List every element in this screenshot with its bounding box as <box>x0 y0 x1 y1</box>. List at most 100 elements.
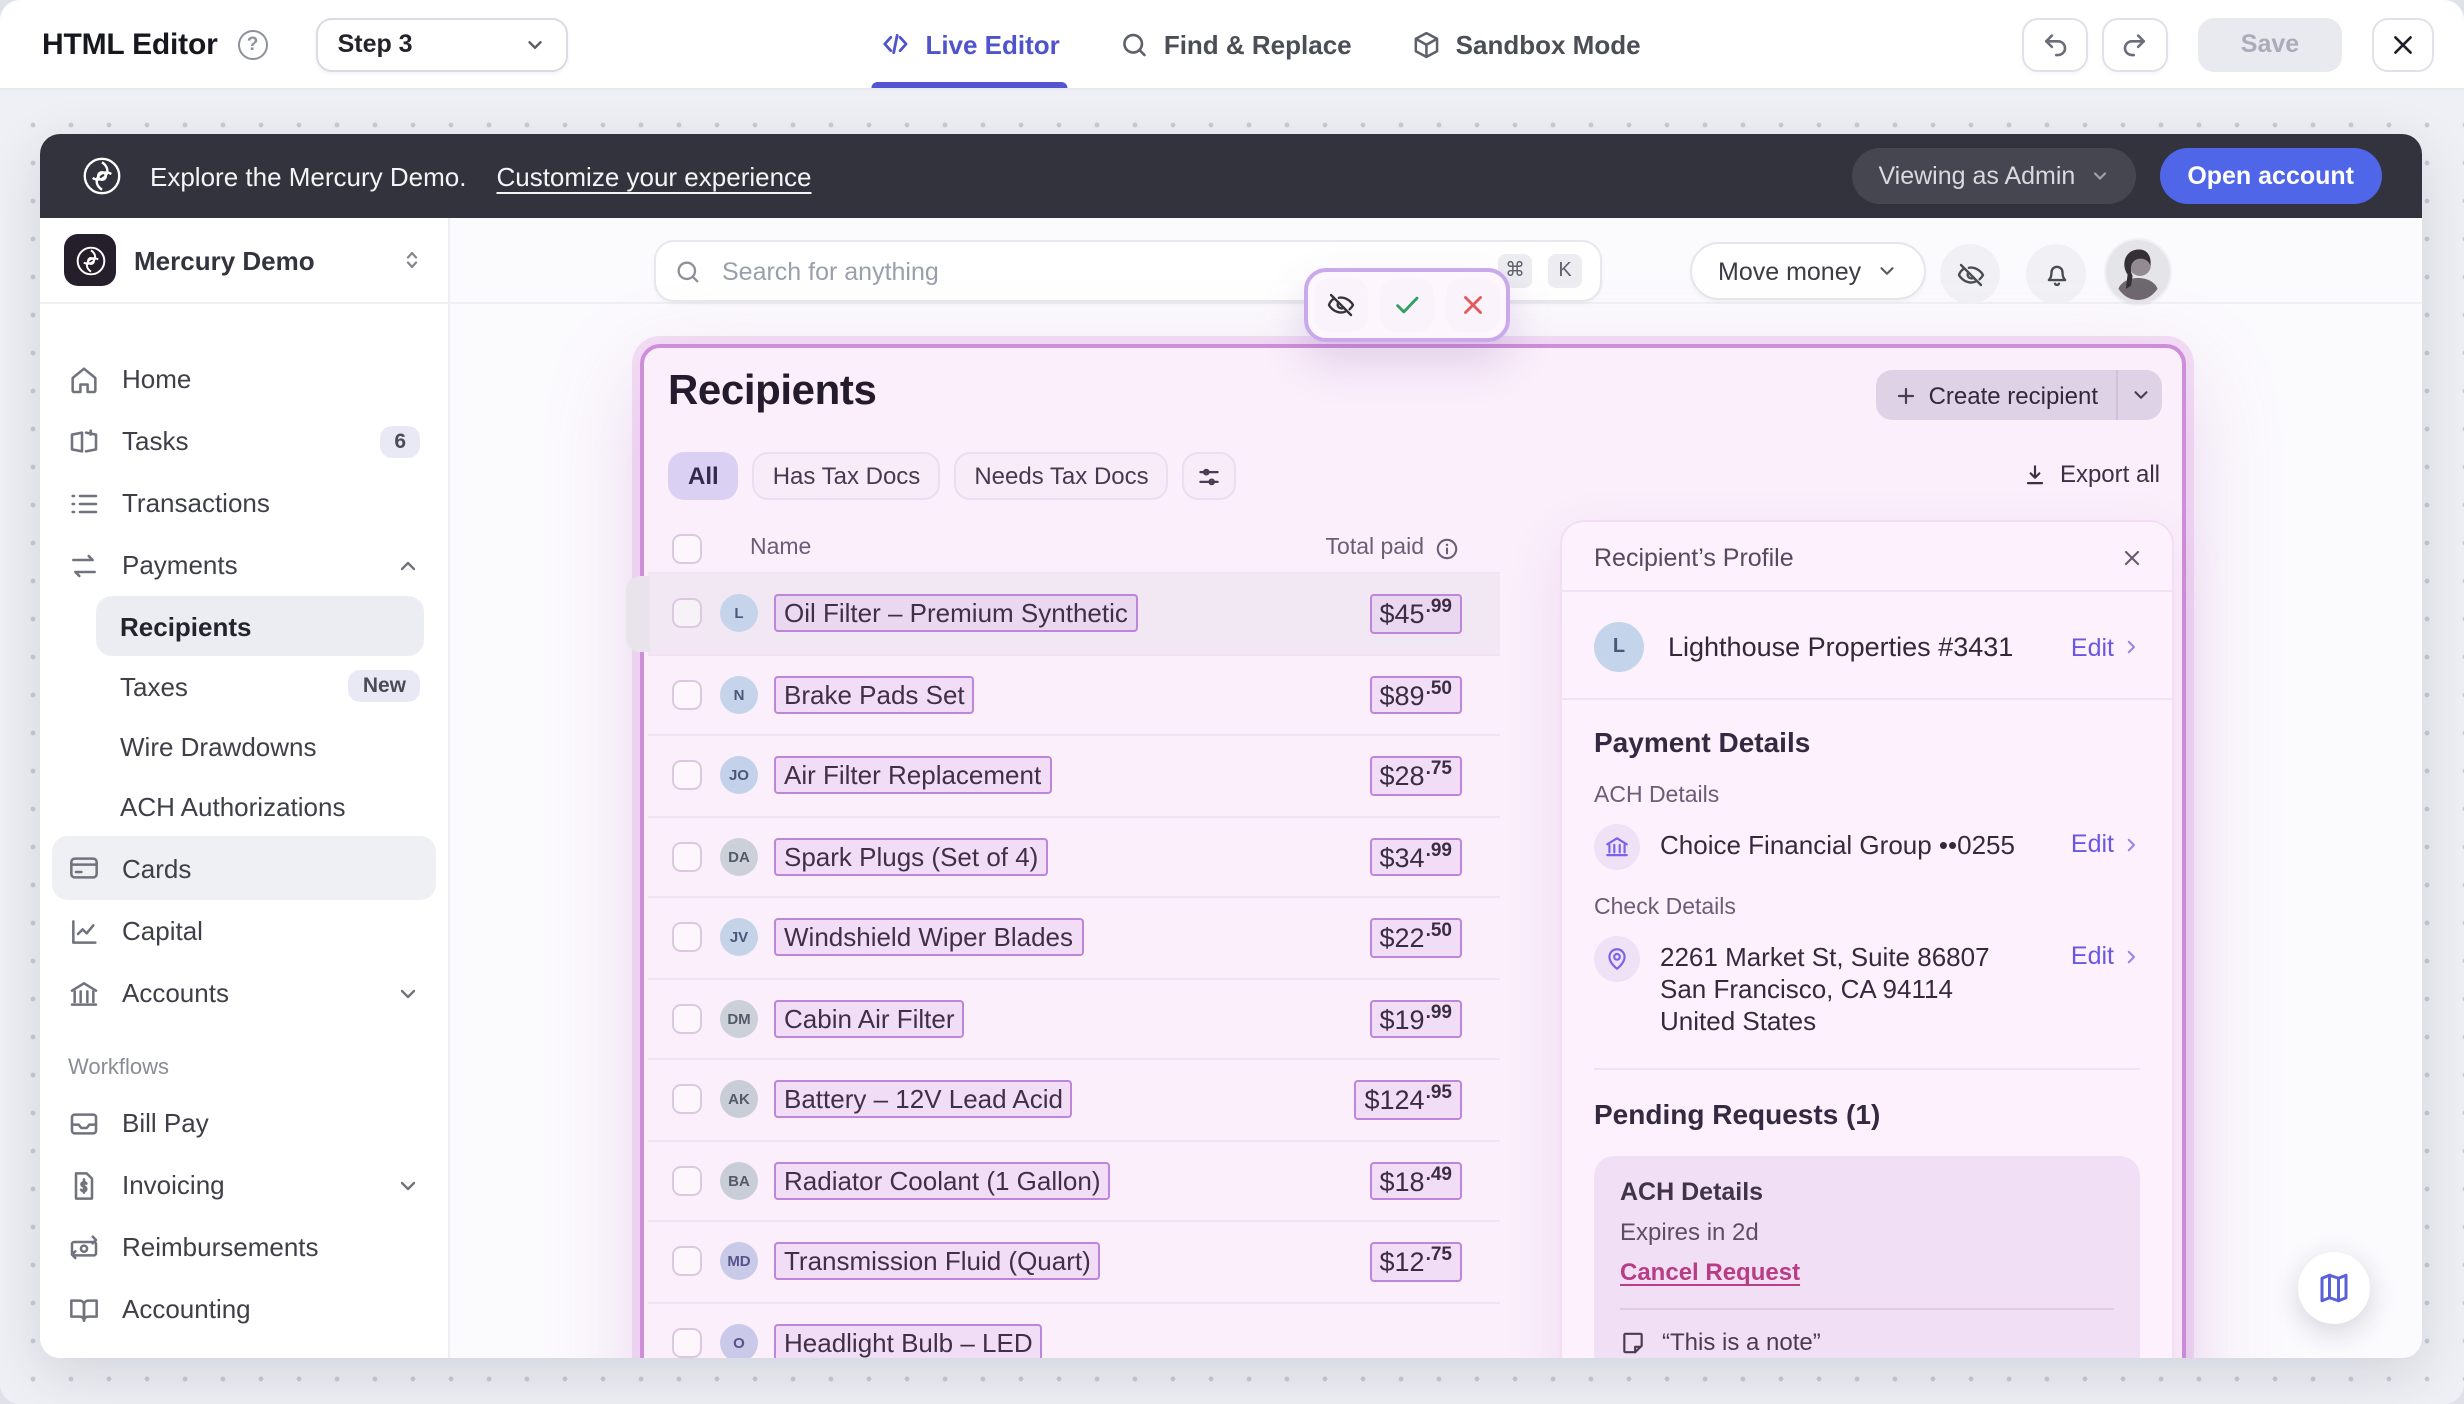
column-total-paid: Total paid <box>1326 536 1424 560</box>
notifications-button[interactable] <box>2026 244 2086 304</box>
tab-sandbox-mode[interactable]: Sandbox Mode <box>1412 0 1641 88</box>
avatar-image <box>2106 240 2170 304</box>
sidebar-item-bill-pay[interactable]: Bill Pay <box>40 1092 448 1154</box>
sidebar-item-home[interactable]: Home <box>40 348 448 410</box>
sidebar-item-label: Taxes <box>120 671 349 701</box>
search-icon <box>1120 29 1150 59</box>
row-checkbox[interactable] <box>672 599 702 629</box>
row-checkbox[interactable] <box>672 1085 702 1115</box>
row-checkbox[interactable] <box>672 842 702 872</box>
recipient-avatar: O <box>720 1324 758 1359</box>
recipient-name[interactable]: Cabin Air Filter <box>774 1000 965 1038</box>
sidebar-item-transactions[interactable]: Transactions <box>40 472 448 534</box>
user-avatar[interactable] <box>2106 240 2170 304</box>
recipient-name[interactable]: Transmission Fluid (Quart) <box>774 1243 1101 1281</box>
close-profile-button[interactable] <box>2120 546 2144 570</box>
sidebar-item-ach-authorizations[interactable]: ACH Authorizations <box>40 776 448 836</box>
cancel-request-link[interactable]: Cancel Request <box>1620 1258 2114 1286</box>
sidebar-item-label: Reimbursements <box>122 1232 420 1262</box>
sidebar-item-label: Invoicing <box>122 1170 374 1200</box>
table-row[interactable]: N Brake Pads Set $89.50 <box>648 653 1500 734</box>
sidebar-item-wire-drawdowns[interactable]: Wire Drawdowns <box>40 716 448 776</box>
tab-find-replace[interactable]: Find & Replace <box>1120 0 1352 88</box>
filter-has-tax-docs[interactable]: Has Tax Docs <box>753 452 941 500</box>
redo-button[interactable] <box>2102 17 2168 71</box>
privacy-toggle-button[interactable] <box>1940 244 2000 304</box>
editor-canvas: Explore the Mercury Demo. Customize your… <box>0 88 2464 1404</box>
table-row[interactable]: JV Windshield Wiper Blades $22.50 <box>648 896 1500 977</box>
table-row[interactable]: AK Battery – 12V Lead Acid $124.95 <box>648 1058 1500 1139</box>
select-all-checkbox[interactable] <box>672 533 702 563</box>
sidebar-item-label: Cards <box>122 853 420 883</box>
move-money-label: Move money <box>1718 257 1861 285</box>
sidebar-item-accounts[interactable]: Accounts <box>40 962 448 1024</box>
recipient-name[interactable]: Spark Plugs (Set of 4) <box>774 838 1048 876</box>
row-selection-notch <box>626 576 650 652</box>
recipient-name[interactable]: Windshield Wiper Blades <box>774 919 1083 957</box>
filter-options-button[interactable] <box>1183 452 1237 500</box>
recipient-name[interactable]: Air Filter Replacement <box>774 757 1051 795</box>
recipient-name[interactable]: Brake Pads Set <box>774 676 975 714</box>
reject-change-button[interactable] <box>1446 278 1500 332</box>
recipient-full-name: Lighthouse Properties #3431 <box>1668 632 2047 662</box>
row-checkbox[interactable] <box>672 1328 702 1358</box>
create-recipient-button[interactable]: Create recipient <box>1877 370 2162 420</box>
recipient-name[interactable]: Battery – 12V Lead Acid <box>774 1081 1073 1119</box>
customize-experience-link[interactable]: Customize your experience <box>496 161 811 191</box>
check-details-label: Check Details <box>1594 896 2140 920</box>
book-open-icon <box>68 1293 100 1325</box>
row-checkbox[interactable] <box>672 761 702 791</box>
recipient-name[interactable]: Radiator Coolant (1 Gallon) <box>774 1162 1111 1200</box>
hide-element-button[interactable] <box>1314 278 1368 332</box>
sidebar-item-recipients[interactable]: Recipients <box>96 596 424 656</box>
sidebar-item-cards[interactable]: Cards <box>52 836 436 900</box>
sidebar-item-capital[interactable]: Capital <box>40 900 448 962</box>
edit-ach-button[interactable]: Edit <box>2071 824 2140 858</box>
save-button[interactable]: Save <box>2198 17 2342 71</box>
org-name: Mercury Demo <box>134 245 382 275</box>
table-row[interactable]: MD Transmission Fluid (Quart) $12.75 <box>648 1220 1500 1301</box>
close-editor-button[interactable] <box>2372 17 2434 71</box>
help-icon[interactable]: ? <box>238 29 268 59</box>
recipients-table: Name Total paid L Oil Filter – Premium S… <box>648 524 1500 1358</box>
sidebar-item-invoicing[interactable]: Invoicing <box>40 1154 448 1216</box>
table-row[interactable]: L Oil Filter – Premium Synthetic $45.99 <box>648 572 1500 653</box>
org-switcher[interactable]: Mercury Demo <box>40 218 448 304</box>
map-button[interactable] <box>2298 1252 2370 1324</box>
table-row[interactable]: BA Radiator Coolant (1 Gallon) $18.49 <box>648 1139 1500 1220</box>
undo-button[interactable] <box>2022 17 2088 71</box>
row-checkbox[interactable] <box>672 680 702 710</box>
edit-check-button[interactable]: Edit <box>2071 936 2140 970</box>
table-row[interactable]: DM Cabin Air Filter $19.99 <box>648 977 1500 1058</box>
table-row[interactable]: O Headlight Bulb – LED <box>648 1301 1500 1358</box>
filter-all[interactable]: All <box>668 452 739 500</box>
sidebar-item-accounting[interactable]: Accounting <box>40 1278 448 1340</box>
viewing-as-dropdown[interactable]: Viewing as Admin <box>1852 148 2135 204</box>
open-account-button[interactable]: Open account <box>2159 148 2382 204</box>
recipient-name[interactable]: Oil Filter – Premium Synthetic <box>774 595 1138 633</box>
row-checkbox[interactable] <box>672 923 702 953</box>
recipient-avatar: N <box>720 676 758 714</box>
sidebar-item-payments[interactable]: Payments <box>40 534 448 596</box>
table-row[interactable]: JO Air Filter Replacement $28.75 <box>648 734 1500 815</box>
row-checkbox[interactable] <box>672 1247 702 1277</box>
sidebar-item-tasks[interactable]: Tasks 6 <box>40 410 448 472</box>
sidebar-item-label: Home <box>122 364 420 394</box>
export-all-button[interactable]: Export all <box>2022 460 2160 488</box>
table-row[interactable]: DA Spark Plugs (Set of 4) $34.99 <box>648 815 1500 896</box>
filter-needs-tax-docs[interactable]: Needs Tax Docs <box>954 452 1168 500</box>
edit-recipient-button[interactable]: Edit <box>2071 633 2140 661</box>
move-money-button[interactable]: Move money <box>1690 242 1925 300</box>
info-icon[interactable] <box>1434 535 1460 561</box>
recipient-name[interactable]: Headlight Bulb – LED <box>774 1324 1043 1359</box>
tab-live-editor[interactable]: Live Editor <box>879 0 1059 88</box>
row-checkbox[interactable] <box>672 1166 702 1196</box>
chevron-down-icon[interactable] <box>2118 384 2162 406</box>
sidebar-item-taxes[interactable]: Taxes New <box>40 656 448 716</box>
step-selector[interactable]: Step 3 <box>316 17 568 71</box>
approve-change-button[interactable] <box>1380 278 1434 332</box>
row-checkbox[interactable] <box>672 1004 702 1034</box>
sidebar-item-label: Recipients <box>120 611 404 641</box>
chevron-down-icon <box>396 1173 420 1197</box>
sidebar-item-reimbursements[interactable]: Reimbursements <box>40 1216 448 1278</box>
